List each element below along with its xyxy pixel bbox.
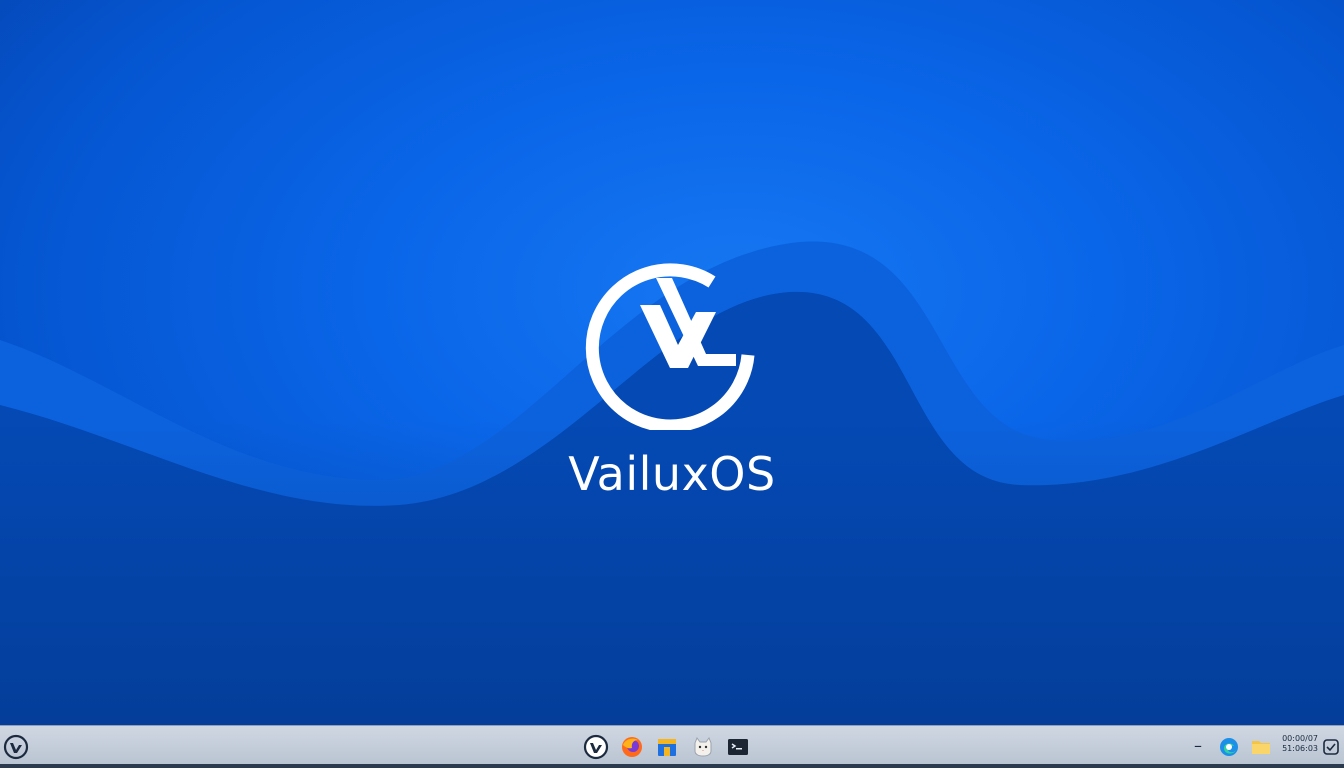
store-icon xyxy=(658,739,676,756)
desktop-wallpaper: VailuxOS xyxy=(0,0,1344,725)
cat-app-icon xyxy=(694,736,712,757)
brand-block: VailuxOS xyxy=(0,250,1344,504)
taskbar-app-terminal[interactable] xyxy=(723,732,753,762)
terminal-icon xyxy=(728,739,748,755)
taskbar-app-firefox[interactable] xyxy=(617,732,647,762)
brand-name: VailuxOS xyxy=(568,447,776,501)
edge-browser-icon xyxy=(1220,738,1238,756)
folder-icon xyxy=(1252,741,1270,754)
vailuxos-logo-icon xyxy=(585,263,755,430)
clock-line-1: 00:00/07 xyxy=(1282,734,1318,743)
vailuxos-start-icon xyxy=(3,734,29,760)
minimize-indicator[interactable]: – xyxy=(1188,735,1208,757)
tray-notifications[interactable] xyxy=(1319,732,1343,762)
start-button[interactable] xyxy=(1,732,31,762)
taskbar: – 00:00/07 51:06:03 xyxy=(0,725,1344,768)
tray-edge-browser[interactable] xyxy=(1214,732,1244,762)
clock[interactable]: 00:00/07 51:06:03 xyxy=(1270,734,1318,754)
firefox-browser-icon xyxy=(622,737,642,757)
vailuxos-app-icon xyxy=(583,734,609,760)
taskbar-app-store[interactable] xyxy=(652,732,682,762)
checklist-icon xyxy=(1323,739,1339,755)
taskbar-app-vailuxos[interactable] xyxy=(581,732,611,762)
taskbar-app-cat[interactable] xyxy=(688,732,718,762)
taskbar-edge xyxy=(0,764,1344,768)
clock-line-2: 51:06:03 xyxy=(1282,744,1318,753)
